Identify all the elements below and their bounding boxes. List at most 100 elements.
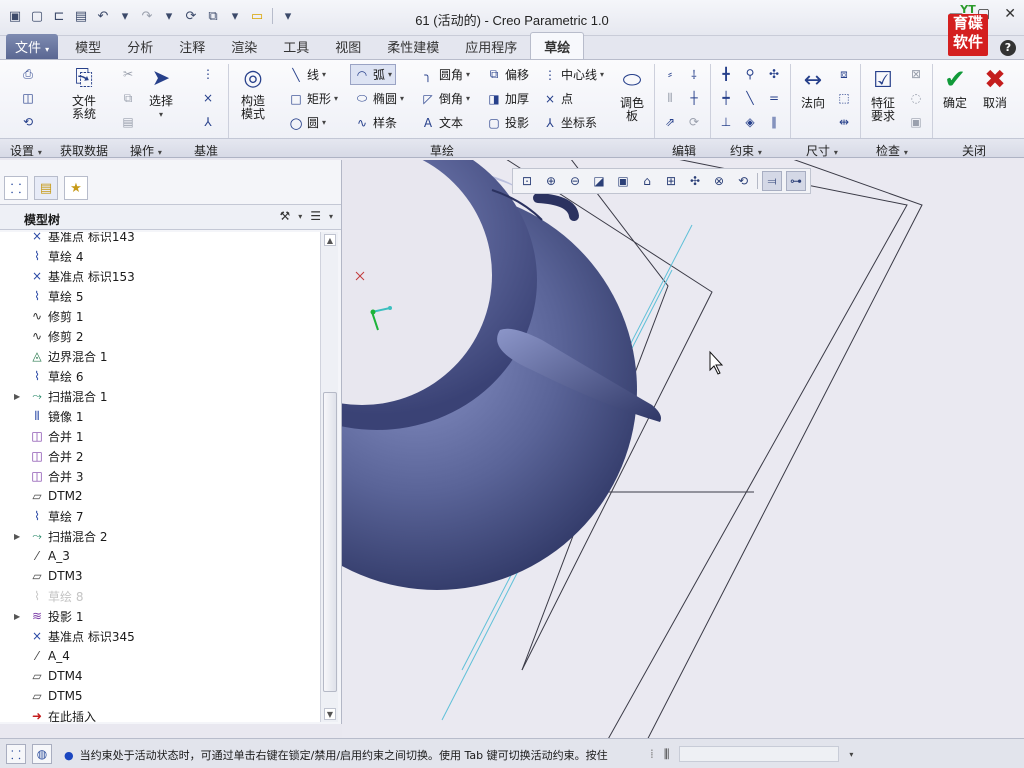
tab-file[interactable]: 文件 ▾ <box>6 34 59 59</box>
tree-item[interactable]: × 基准点 标识143 <box>0 232 320 246</box>
tab-sketch[interactable]: 草绘 <box>530 32 585 59</box>
tangent-constraint-button[interactable]: ⚲ <box>742 66 758 82</box>
tree-item[interactable]: ∿ 修剪 1 <box>0 306 320 326</box>
group-sketch[interactable]: 草绘 <box>430 142 454 159</box>
reference-button[interactable]: ◫ <box>20 90 36 106</box>
parallel-constraint-button[interactable]: ∥ <box>766 114 782 130</box>
datum-display-icon[interactable]: ✣ <box>685 171 705 191</box>
delete-segment-button[interactable]: ⇗ <box>662 114 678 130</box>
tree-item[interactable]: ∿ 修剪 2 <box>0 326 320 346</box>
line-button[interactable]: ╲ 线 ▾ <box>288 66 326 83</box>
help-icon[interactable]: ? <box>1000 40 1016 56</box>
chamfer-button[interactable]: ◸ 倒角 ▾ <box>420 90 470 107</box>
model-graphics[interactable] <box>342 160 1024 738</box>
mirror-button[interactable]: ⫴ <box>662 90 678 106</box>
sketch-setup-button[interactable]: ⎙ <box>20 66 36 82</box>
overlap-geometry-button[interactable]: ⊠ <box>908 66 924 82</box>
symmetric-constraint-button[interactable]: ◈ <box>742 114 758 130</box>
tree-item[interactable]: × 基准点 标识345 <box>0 626 320 646</box>
tree-item[interactable]: ⌇ 草绘 5 <box>0 286 320 306</box>
expand-arrow-icon[interactable]: ▶ <box>14 532 26 541</box>
cut-button[interactable]: ✂ <box>120 66 136 82</box>
refit-icon[interactable]: ⊡ <box>517 171 537 191</box>
highlight-open-ends-button[interactable]: ◌ <box>908 90 924 106</box>
tree-item[interactable]: ▶ ⤳ 扫描混合 2 <box>0 526 320 546</box>
tree-item[interactable]: ▶ ≋ 投影 1 <box>0 606 320 626</box>
modify-button[interactable]: ⸗ <box>662 66 678 82</box>
tab-view[interactable]: 视图 <box>322 33 374 59</box>
datum-point-button[interactable]: × <box>200 90 216 106</box>
expand-arrow-icon[interactable]: ▶ <box>14 392 26 401</box>
fillet-button[interactable]: ╮ 圆角 ▾ <box>420 66 470 83</box>
tree-settings-dropdown-icon[interactable]: ▾ <box>298 212 302 221</box>
corner-button[interactable]: ┼ <box>686 90 702 106</box>
group-close[interactable]: 关闭 <box>962 142 986 159</box>
baseline-button[interactable]: ⇹ <box>836 114 852 130</box>
rotate-resize-button[interactable]: ⟳ <box>686 114 702 130</box>
selection-filter[interactable] <box>679 746 840 762</box>
tree-item[interactable]: ◫ 合并 1 <box>0 426 320 446</box>
scroll-thumb[interactable] <box>323 392 337 692</box>
circle-button[interactable]: ○ 圆 ▾ <box>288 114 326 132</box>
tree-item[interactable]: ◬ 边界混合 1 <box>0 346 320 366</box>
rectangle-button[interactable]: □ 矩形 ▾ <box>288 90 338 107</box>
feature-requirements-button[interactable]: ☑ 特征 要求 <box>864 66 902 123</box>
normal-dimension-button[interactable]: ↔ 法向 <box>796 66 830 110</box>
group-datum[interactable]: 基准 <box>194 142 218 159</box>
sketch-view-button[interactable]: ⟲ <box>20 114 36 130</box>
view-manager-icon[interactable]: ⊞ <box>661 171 681 191</box>
tab-render[interactable]: 渲染 <box>218 33 270 59</box>
tree-item[interactable]: ⌇ 草绘 7 <box>0 506 320 526</box>
tree-item[interactable]: ◫ 合并 3 <box>0 466 320 486</box>
datum-centerline-button[interactable]: ⋮ <box>200 66 216 82</box>
tree-show-icon[interactable]: ☰ <box>310 209 321 223</box>
filter-icon[interactable]: ⫼ <box>664 747 670 762</box>
group-edit[interactable]: 编辑 <box>672 142 696 159</box>
filter-dropdown-icon[interactable]: ▾ <box>849 750 853 759</box>
coincident-constraint-button[interactable]: ╲ <box>742 90 758 106</box>
tree-item[interactable]: ⁄ A_4 <box>0 646 320 666</box>
ok-button[interactable]: ✔ 确定 <box>938 66 972 110</box>
tree-item[interactable]: ▱ DTM2 <box>0 486 320 506</box>
display-style-icon[interactable]: ▣ <box>613 171 633 191</box>
file-system-button[interactable]: ⎘ 文件 系统 <box>62 64 106 121</box>
tree-item[interactable]: ⌇ 草绘 4 <box>0 246 320 266</box>
shade-closed-loops-button[interactable]: ▣ <box>908 114 924 130</box>
tab-flexible-modeling[interactable]: 柔性建模 <box>374 33 452 59</box>
vertical-constraint-button[interactable]: ╋ <box>718 66 734 82</box>
centerline-button[interactable]: ⋮ 中心线 ▾ <box>542 66 604 83</box>
scroll-up-icon[interactable]: ▲ <box>324 234 336 246</box>
tree-item[interactable]: ▶ ⤳ 扫描混合 1 <box>0 386 320 406</box>
repaint-icon[interactable]: ◪ <box>589 171 609 191</box>
graphics-viewport[interactable]: ⊡ ⊕ ⊖ ◪ ▣ ⌂ ⊞ ✣ ⊗ ⟲ ⫤ ⊶ <box>342 160 1024 738</box>
perpendicular-constraint-button[interactable]: ⊥ <box>718 114 734 130</box>
horizontal-constraint-button[interactable]: ┿ <box>718 90 734 106</box>
equal-constraint-button[interactable]: = <box>766 90 782 106</box>
close-icon[interactable]: ✕ <box>1004 6 1016 22</box>
sketch-display-icon[interactable]: ⫤ <box>762 171 782 191</box>
model-tree-scrollbar[interactable]: ▲ ▼ <box>320 232 338 722</box>
tree-item[interactable]: ▱ DTM3 <box>0 566 320 586</box>
group-operations[interactable]: 操作 ▾ <box>130 142 162 159</box>
tree-item[interactable]: ⌇ 草绘 8 <box>0 586 320 606</box>
cancel-button[interactable]: ✖ 取消 <box>978 66 1012 110</box>
paste-button[interactable]: ▤ <box>120 114 136 130</box>
tab-annotate[interactable]: 注释 <box>166 33 218 59</box>
saved-orientations-icon[interactable]: ⌂ <box>637 171 657 191</box>
tree-show-dropdown-icon[interactable]: ▾ <box>329 212 333 221</box>
perimeter-button[interactable]: ⧈ <box>836 66 852 82</box>
spline-button[interactable]: ∿ 样条 <box>354 114 397 131</box>
spin-center-icon[interactable]: ⟲ <box>733 171 753 191</box>
copy-button[interactable]: ⧉ <box>120 90 136 106</box>
arc-button[interactable]: ◠ 弧 ▾ <box>350 64 397 85</box>
coord-sys-button[interactable]: ⅄ 坐标系 <box>542 114 597 131</box>
tree-settings-icon[interactable]: ⚒ <box>279 209 290 223</box>
thicken-button[interactable]: ◨ 加厚 <box>486 90 529 107</box>
group-dimension[interactable]: 尺寸 ▾ <box>806 142 838 159</box>
tab-analysis[interactable]: 分析 <box>114 33 166 59</box>
tab-tools[interactable]: 工具 <box>270 33 322 59</box>
group-constrain[interactable]: 约束 ▾ <box>730 142 762 159</box>
text-button[interactable]: A 文本 <box>420 114 463 131</box>
divide-button[interactable]: ⸸ <box>686 66 702 82</box>
zoom-in-icon[interactable]: ⊕ <box>541 171 561 191</box>
